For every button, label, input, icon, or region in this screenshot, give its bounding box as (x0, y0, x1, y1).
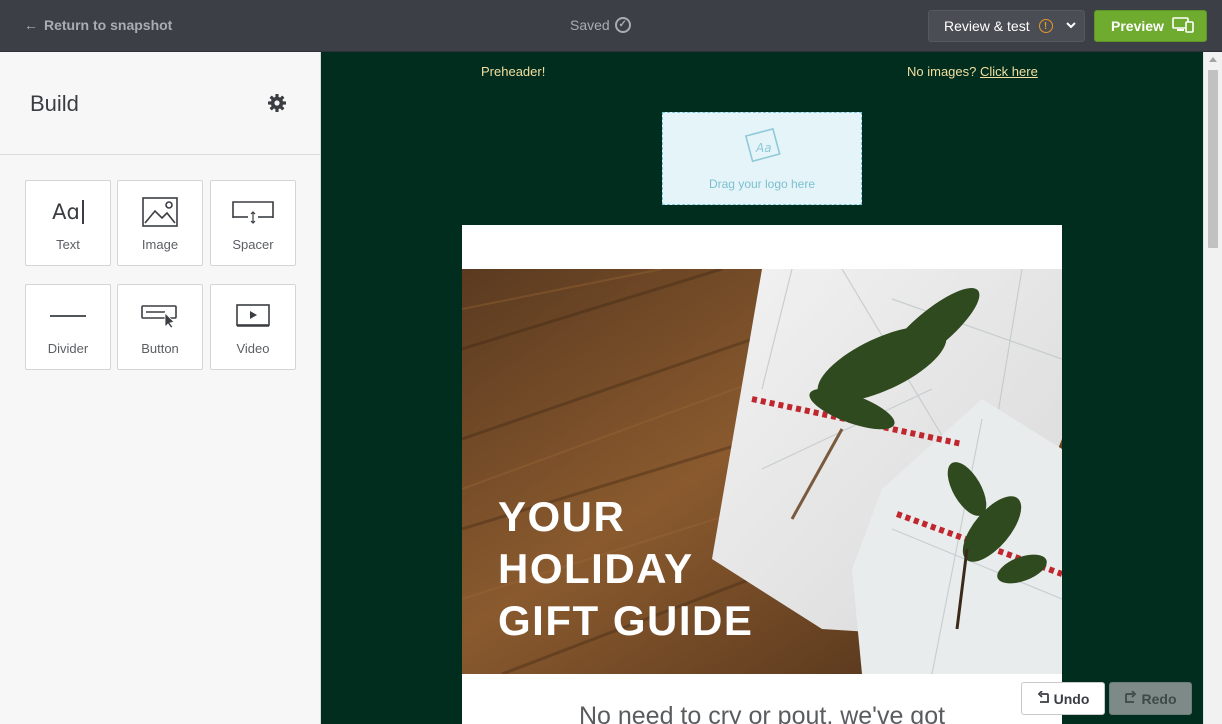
panel-divider (0, 154, 320, 155)
hero-title-line: GIFT GUIDE (498, 597, 754, 644)
tile-label: Video (236, 341, 270, 356)
hero-image-block[interactable]: YOUR HOLIDAY GIFT GUIDE (462, 269, 1062, 674)
email-text-block[interactable]: No need to cry or pout, we've got (462, 674, 1062, 724)
build-title: Build (30, 91, 79, 116)
return-to-snapshot-link[interactable]: ← Return to snapshot (24, 17, 172, 33)
undo-label: Undo (1053, 690, 1090, 707)
warning-icon: ! (1038, 19, 1053, 33)
video-icon (211, 299, 295, 333)
text-icon-glyph: Aɑ (52, 200, 84, 224)
review-and-test-label: Review & test (944, 18, 1030, 34)
divider-icon (26, 299, 110, 333)
text-icon: Aɑ (26, 195, 110, 229)
logo-drop-label: Drag your logo here (708, 177, 816, 191)
no-images-notice: No images? Click here (907, 64, 1038, 79)
canvas-scrollbar[interactable] (1203, 52, 1222, 724)
top-bar: ← Return to snapshot Saved ✓ Review & te… (0, 0, 1222, 52)
tile-label: Image (141, 237, 179, 252)
spacer-icon (211, 195, 295, 229)
redo-button[interactable]: Redo (1109, 682, 1192, 715)
button-icon (118, 299, 202, 333)
tile-label: Button (141, 341, 179, 356)
preview-button[interactable]: Preview (1094, 10, 1207, 42)
undo-icon (1037, 689, 1049, 707)
hero-title-line: YOUR (498, 493, 626, 540)
logo-placeholder-icon: Aa (743, 127, 783, 165)
check-circle-icon: ✓ (614, 17, 631, 33)
scroll-thumb[interactable] (1208, 70, 1218, 248)
review-and-test-button[interactable]: Review & test ! (928, 10, 1085, 42)
email-canvas: Preheader! No images? Click here Aa Drag… (321, 52, 1203, 724)
return-to-snapshot-label: Return to snapshot (44, 17, 173, 33)
save-status: Saved ✓ (570, 17, 631, 33)
email-header-block[interactable] (462, 225, 1062, 269)
svg-text:Aa: Aa (755, 141, 772, 155)
text-block-tile[interactable]: Aɑ Text (25, 180, 111, 266)
logo-drop-zone[interactable]: Aa Drag your logo here (662, 112, 862, 205)
video-block-tile[interactable]: Video (210, 284, 296, 370)
preheader-text[interactable]: Preheader! (481, 64, 545, 79)
tile-label: Spacer (232, 237, 274, 252)
devices-icon (1172, 16, 1194, 36)
tile-label: Text (56, 237, 80, 252)
tile-label: Divider (47, 341, 89, 356)
spacer-block-tile[interactable]: Spacer (210, 180, 296, 266)
no-images-text: No images? (907, 64, 977, 79)
gear-icon[interactable] (267, 93, 287, 113)
click-here-link[interactable]: Click here (980, 64, 1038, 79)
build-panel: Build Aɑ Text Image Spacer Divider Butto… (0, 52, 321, 724)
chevron-down-icon (1065, 20, 1076, 32)
scroll-up-arrow-icon[interactable] (1209, 57, 1217, 62)
redo-icon (1124, 689, 1137, 707)
image-icon (118, 195, 202, 229)
email-body-text: No need to cry or pout, we've got (578, 702, 946, 724)
image-block-tile[interactable]: Image (117, 180, 203, 266)
hero-title: YOUR HOLIDAY GIFT GUIDE (498, 491, 753, 647)
button-block-tile[interactable]: Button (117, 284, 203, 370)
redo-label: Redo (1141, 690, 1177, 707)
hero-title-line: HOLIDAY (498, 545, 694, 592)
preview-label: Preview (1111, 18, 1164, 34)
save-status-label: Saved (570, 17, 610, 33)
divider-block-tile[interactable]: Divider (25, 284, 111, 370)
undo-button[interactable]: Undo (1021, 682, 1105, 715)
arrow-left-icon: ← (24, 17, 38, 33)
